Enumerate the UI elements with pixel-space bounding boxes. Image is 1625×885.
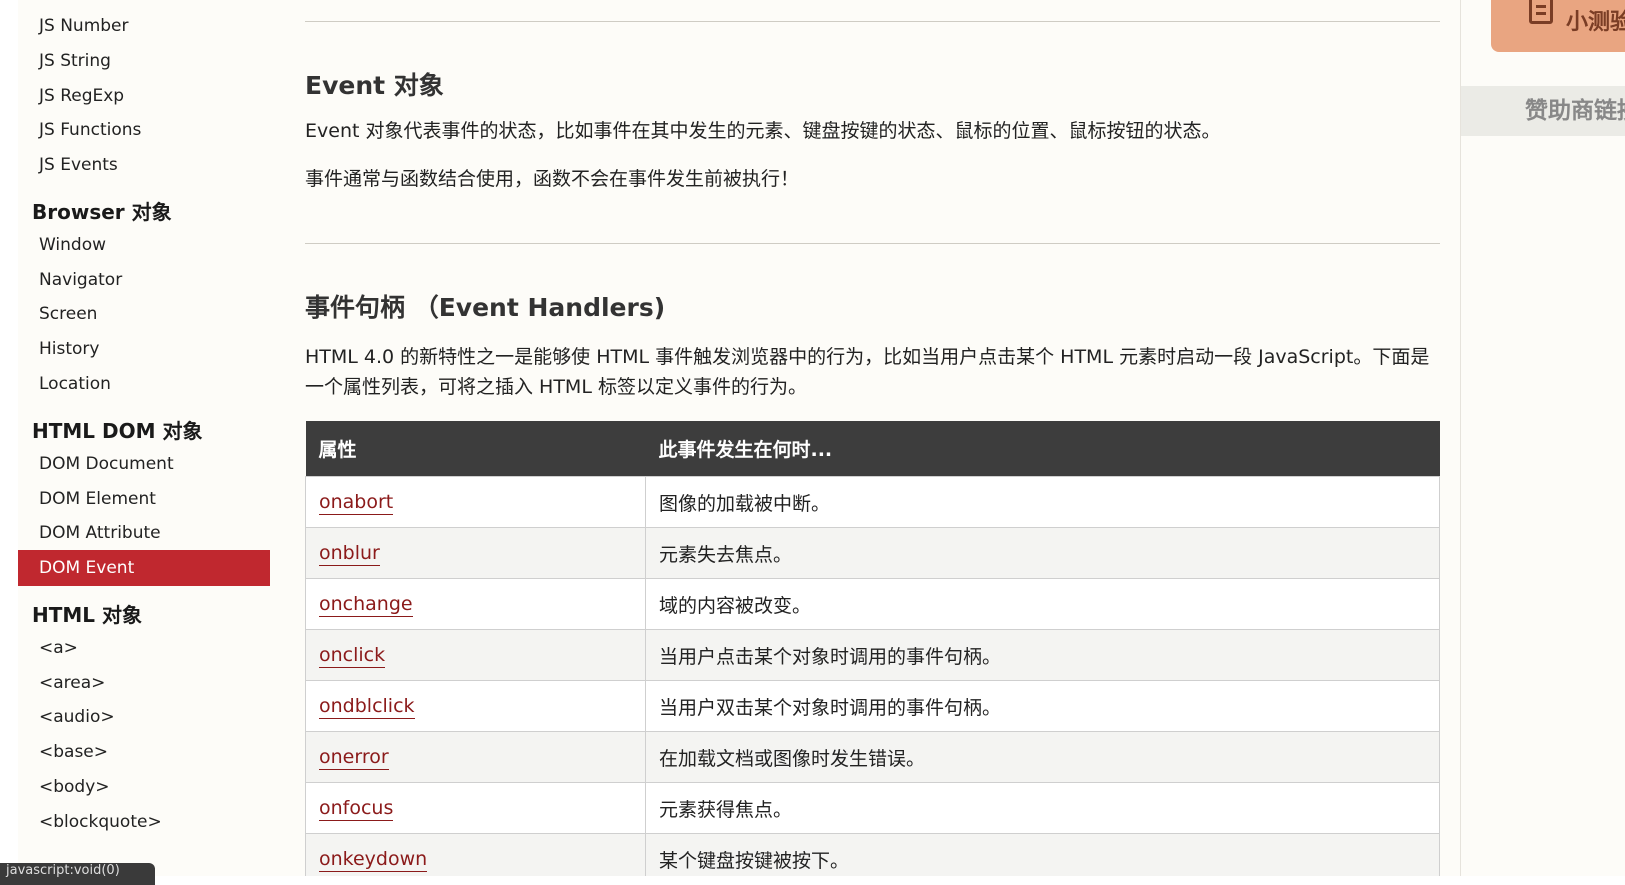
event-handlers-desc: HTML 4.0 的新特性之一是能够使 HTML 事件触发浏览器中的行为，比如当… — [305, 346, 1430, 398]
attribute-link[interactable]: onchange — [319, 593, 413, 617]
sidebar-item-screen[interactable]: Screen — [18, 296, 270, 332]
sidebar-item-tag-audio[interactable]: <audio> — [18, 699, 270, 735]
browser-status-bar: javascript:void(0) — [0, 863, 155, 885]
attribute-link[interactable]: onfocus — [319, 797, 394, 821]
clipboard-icon — [1529, 0, 1553, 24]
attribute-link[interactable]: onkeydown — [319, 848, 428, 872]
attribute-cell: onkeydown — [305, 833, 646, 876]
quiz-button[interactable]: 小测验 — [1491, 0, 1625, 52]
table-row: onchange 域的内容被改变。 — [305, 578, 1440, 630]
sidebar-item-history[interactable]: History — [18, 331, 270, 367]
attribute-link[interactable]: onclick — [319, 644, 386, 668]
table-row: onfocus 元素获得焦点。 — [305, 782, 1440, 834]
right-panel: 小测验 赞助商链接 — [1460, 0, 1625, 876]
table-row: onerror 在加载文档或图像时发生错误。 — [305, 731, 1440, 783]
table-row: ondblclick 当用户双击某个对象时调用的事件句柄。 — [305, 680, 1440, 732]
sidebar-item-js-number[interactable]: JS Number — [18, 8, 270, 44]
attribute-cell: onfocus — [305, 782, 646, 834]
divider — [305, 243, 1440, 244]
sidebar-heading-html: HTML 对象 — [32, 603, 142, 627]
sidebar: JS Number JS String JS RegExp JS Functio… — [18, 0, 271, 876]
attribute-link[interactable]: ondblclick — [319, 695, 415, 719]
attribute-cell: onclick — [305, 629, 646, 681]
sidebar-item-dom-attribute[interactable]: DOM Attribute — [18, 515, 270, 551]
table-row: onblur 元素失去焦点。 — [305, 527, 1440, 579]
sponsor-links-heading: 赞助商链接 — [1461, 86, 1625, 136]
attribute-link[interactable]: onblur — [319, 542, 380, 566]
sidebar-item-tag-area[interactable]: <area> — [18, 665, 270, 701]
table-row: onabort 图像的加载被中断。 — [305, 476, 1440, 528]
sidebar-item-js-functions[interactable]: JS Functions — [18, 112, 270, 148]
column-header-attribute: 属性 — [305, 421, 646, 477]
description-cell: 在加载文档或图像时发生错误。 — [645, 731, 1440, 783]
attribute-cell: onblur — [305, 527, 646, 579]
sidebar-heading-htmldom: HTML DOM 对象 — [32, 419, 203, 443]
sidebar-item-dom-element[interactable]: DOM Element — [18, 481, 270, 517]
description-cell: 当用户双击某个对象时调用的事件句柄。 — [645, 680, 1440, 732]
attribute-cell: onerror — [305, 731, 646, 783]
sidebar-item-navigator[interactable]: Navigator — [18, 262, 270, 298]
description-cell: 域的内容被改变。 — [645, 578, 1440, 630]
description-cell: 元素获得焦点。 — [645, 782, 1440, 834]
sidebar-item-tag-a[interactable]: <a> — [18, 630, 270, 666]
event-handlers-table: 属性 此事件发生在何时... onabort 图像的加载被中断。 onblur … — [305, 421, 1440, 876]
sidebar-item-js-events[interactable]: JS Events — [18, 147, 270, 183]
event-object-desc-1: Event 对象代表事件的状态，比如事件在其中发生的元素、键盘按键的状态、鼠标的… — [305, 120, 1221, 142]
sidebar-item-tag-body[interactable]: <body> — [18, 769, 270, 805]
description-cell: 元素失去焦点。 — [645, 527, 1440, 579]
sidebar-item-js-string[interactable]: JS String — [18, 43, 270, 79]
sidebar-item-location[interactable]: Location — [18, 366, 270, 402]
sidebar-item-tag-base[interactable]: <base> — [18, 734, 270, 770]
divider — [305, 21, 1440, 22]
attribute-cell: ondblclick — [305, 680, 646, 732]
attribute-link[interactable]: onerror — [319, 746, 389, 770]
attribute-link[interactable]: onabort — [319, 491, 394, 515]
sidebar-item-dom-document[interactable]: DOM Document — [18, 446, 270, 482]
main-content: Event 对象 Event 对象代表事件的状态，比如事件在其中发生的元素、键盘… — [270, 0, 1460, 876]
sidebar-item-js-regexp[interactable]: JS RegExp — [18, 78, 270, 114]
sidebar-item-tag-blockquote[interactable]: <blockquote> — [18, 804, 270, 840]
sidebar-item-dom-event[interactable]: DOM Event — [18, 550, 270, 586]
table-header-row: 属性 此事件发生在何时... — [305, 421, 1440, 477]
quiz-button-label: 小测验 — [1566, 10, 1625, 35]
description-cell: 当用户点击某个对象时调用的事件句柄。 — [645, 629, 1440, 681]
attribute-cell: onabort — [305, 476, 646, 528]
event-object-title: Event 对象 — [305, 71, 444, 100]
description-cell: 图像的加载被中断。 — [645, 476, 1440, 528]
event-object-desc-2: 事件通常与函数结合使用，函数不会在事件发生前被执行！ — [305, 168, 800, 190]
event-handlers-title: 事件句柄 （Event Handlers) — [305, 293, 666, 322]
table-row: onkeydown 某个键盘按键被按下。 — [305, 833, 1440, 876]
column-header-description: 此事件发生在何时... — [645, 421, 1440, 477]
description-cell: 某个键盘按键被按下。 — [645, 833, 1440, 876]
sidebar-heading-browser: Browser 对象 — [32, 200, 172, 224]
table-row: onclick 当用户点击某个对象时调用的事件句柄。 — [305, 629, 1440, 681]
sidebar-item-window[interactable]: Window — [18, 227, 270, 263]
attribute-cell: onchange — [305, 578, 646, 630]
